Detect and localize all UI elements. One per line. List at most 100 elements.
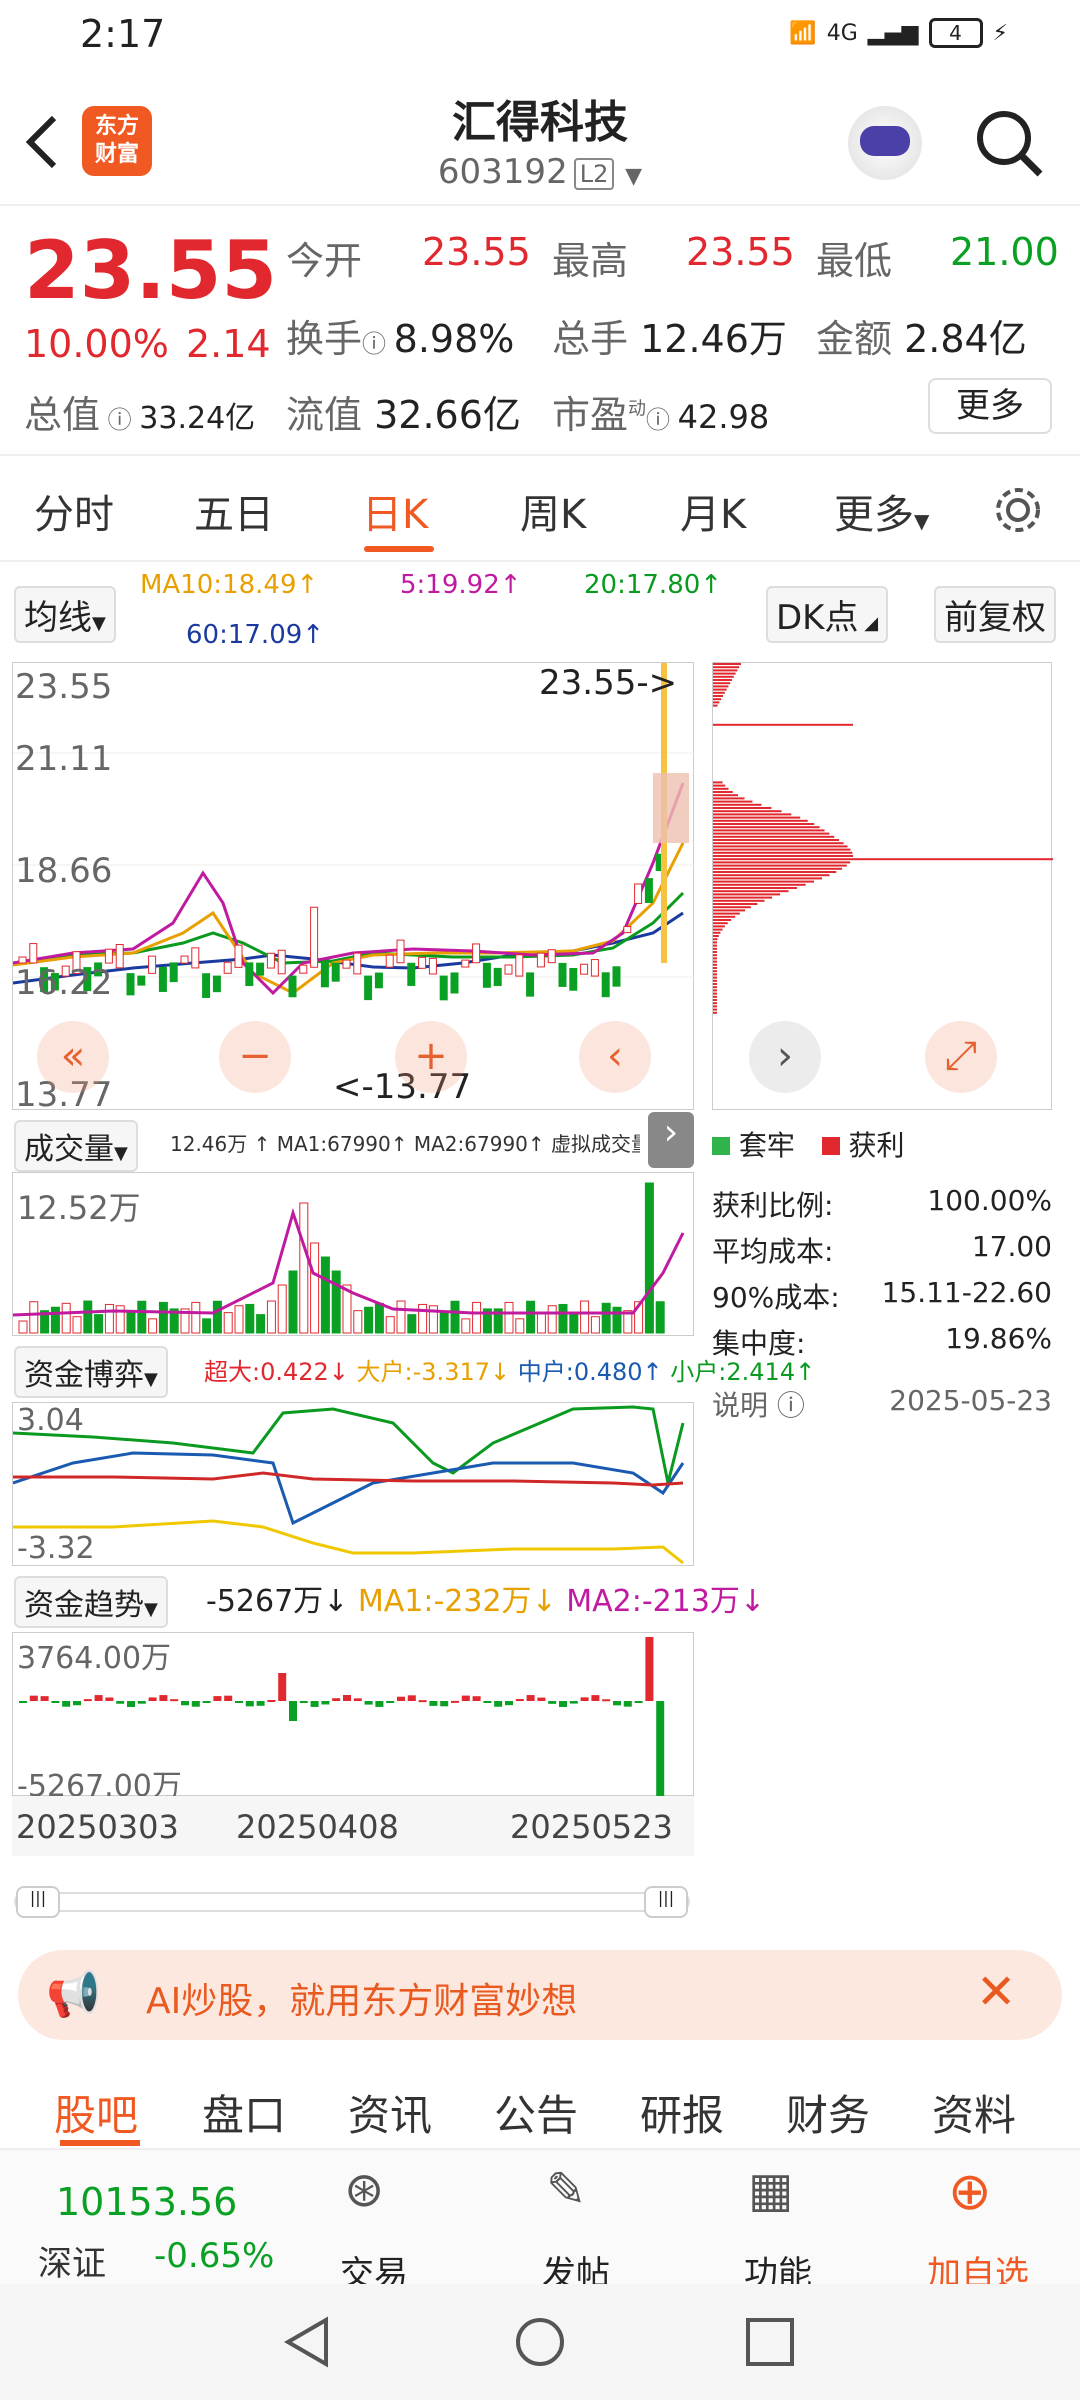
next-icon[interactable]: › <box>749 1021 821 1093</box>
candle <box>644 878 653 903</box>
candle <box>266 952 275 969</box>
nav-back-icon[interactable] <box>282 2316 332 2368</box>
tab-news[interactable]: 资讯 <box>348 2082 432 2143</box>
chip-bar <box>713 845 848 848</box>
volume-dropdown[interactable]: 成交量▼ <box>14 1120 138 1172</box>
volume-bar <box>644 1182 654 1334</box>
fund-trend-bar <box>245 1701 254 1707</box>
candle <box>191 947 200 969</box>
zoom-out-icon[interactable]: − <box>219 1021 291 1093</box>
dk-point-dropdown[interactable]: DK点 ◢ <box>766 586 889 643</box>
ma10-label: MA10:18.49↑ <box>140 570 319 600</box>
candle <box>558 962 567 987</box>
chip-bar <box>713 893 781 896</box>
volume-bar <box>320 1256 330 1334</box>
fund-game-lines <box>12 1405 685 1565</box>
collapse-panel-icon[interactable]: › <box>648 1112 694 1168</box>
add-circle-icon[interactable]: ⊕ <box>948 2162 992 2222</box>
chip-bar <box>713 858 1053 861</box>
tab-profile[interactable]: 资料 <box>932 2082 1016 2143</box>
volume-bar <box>655 1301 665 1334</box>
chip-bar <box>713 880 814 883</box>
volume-bar <box>310 1242 320 1334</box>
tab-monthly-k[interactable]: 月K <box>680 482 746 540</box>
open-label: 今开 <box>286 239 363 283</box>
indicator-dropdown[interactable]: 均线▼ <box>14 586 116 643</box>
ai-banner[interactable]: 📢 AI炒股，就用东方财富妙想 ✕ <box>18 1950 1062 2040</box>
scroll-handle-left[interactable]: ||| <box>16 1886 60 1918</box>
trade-icon[interactable]: ⊛ <box>344 2162 384 2218</box>
edit-icon[interactable]: ✎ <box>546 2162 586 2218</box>
candle <box>569 968 578 991</box>
tab-orderbook[interactable]: 盘口 <box>202 2082 286 2143</box>
index-value[interactable]: 10153.56 <box>56 2180 237 2224</box>
grid-icon[interactable]: ▦ <box>748 2162 793 2218</box>
tab-intraday[interactable]: 分时 <box>34 482 114 540</box>
chip-bar <box>713 919 732 921</box>
search-icon[interactable] <box>974 108 1046 180</box>
nav-recent-icon[interactable] <box>744 2316 796 2368</box>
volume-bar <box>364 1306 374 1334</box>
more-button[interactable]: 更多 <box>928 378 1052 434</box>
volume-legend: 12.46万 ↑ MA1:67990↑ MA2:67990↑ 虚拟成交量:12.… <box>170 1132 640 1156</box>
chip-bar <box>713 906 751 909</box>
fund-trend-dropdown[interactable]: 资金趋势▼ <box>14 1576 168 1628</box>
y-label: 18.66 <box>15 851 113 891</box>
fund-trend-bar <box>645 1637 654 1701</box>
chip-bar <box>713 912 740 915</box>
candle <box>158 966 167 992</box>
wifi-icon: 📶 <box>789 20 817 46</box>
chip-bar <box>713 675 734 678</box>
fund-game-dropdown[interactable]: 资金博弈▼ <box>14 1346 168 1398</box>
expand-icon[interactable]: ⤢ <box>925 1021 997 1093</box>
high-value: 23.55 <box>686 230 795 274</box>
fund-trend-bar <box>299 1701 308 1703</box>
pe-ratio: 市盈动ⓘ 42.98 <box>552 393 770 437</box>
fund-trend-bar <box>613 1701 621 1706</box>
candle <box>256 962 265 976</box>
chip-bar <box>713 823 815 825</box>
candle <box>288 975 297 998</box>
volume-bar <box>374 1302 384 1334</box>
tab-financials[interactable]: 财务 <box>786 2082 870 2143</box>
gear-icon[interactable] <box>990 482 1046 538</box>
nav-home-icon[interactable] <box>514 2316 566 2368</box>
scroll-handle-right[interactable]: ||| <box>644 1886 688 1918</box>
tab-research[interactable]: 研报 <box>640 2082 724 2143</box>
fund-game-legend: 超大:0.422↓ 大户:-3.317↓ 中户:0.480↑ 小户:2.414↑ <box>204 1358 816 1386</box>
fund-trend-bar <box>235 1701 243 1703</box>
prev-icon[interactable]: ‹ <box>579 1021 651 1093</box>
fast-backward-icon[interactable]: « <box>37 1021 109 1093</box>
fund-trend-bar <box>548 1701 557 1704</box>
fund-trend-top-label: 3764.00万 <box>17 1641 172 1676</box>
assistant-avatar-icon[interactable] <box>848 106 922 180</box>
volume-bar <box>461 1318 471 1334</box>
chip-bar <box>713 1008 717 1011</box>
fund-trend-bar <box>440 1701 449 1707</box>
change-value: 2.14 <box>186 322 271 366</box>
chip-bar <box>713 1002 717 1005</box>
volume-bar <box>504 1301 514 1334</box>
close-icon[interactable]: ✕ <box>976 1964 1016 2020</box>
tab-five-day[interactable]: 五日 <box>194 482 274 540</box>
tab-daily-k[interactable]: 日K <box>362 482 428 540</box>
volume-bar <box>536 1312 546 1334</box>
chip-note[interactable]: 说明 ⓘ 2025-05-23 <box>712 1384 1052 1424</box>
candle <box>202 973 211 998</box>
tab-announcements[interactable]: 公告 <box>494 2082 578 2143</box>
volume-bar <box>439 1312 449 1334</box>
range-scrollbar[interactable]: ||| ||| <box>14 1886 690 1918</box>
fund-trend-bar <box>397 1696 405 1701</box>
zoom-in-icon[interactable]: + <box>395 1021 467 1093</box>
fund-trend-bar <box>591 1695 600 1701</box>
chip-bar <box>713 963 717 966</box>
quote-panel: 23.55 10.00% 2.14 总值 ⓘ 33.24亿 今开 23.55 最… <box>0 208 1080 456</box>
index-name: 深证 <box>38 2244 106 2284</box>
chip-distribution[interactable]: › ⤢ <box>712 662 1053 1110</box>
tab-forum[interactable]: 股吧 <box>54 2082 138 2143</box>
volume-bar <box>18 1320 28 1334</box>
tab-more[interactable]: 更多▼ <box>834 482 929 540</box>
tab-weekly-k[interactable]: 周K <box>520 482 586 540</box>
kline-chart[interactable]: 23.55 21.11 18.66 16.22 13.77 23.55-> <-… <box>12 662 695 1115</box>
adjust-dropdown[interactable]: 前复权 <box>934 586 1056 643</box>
